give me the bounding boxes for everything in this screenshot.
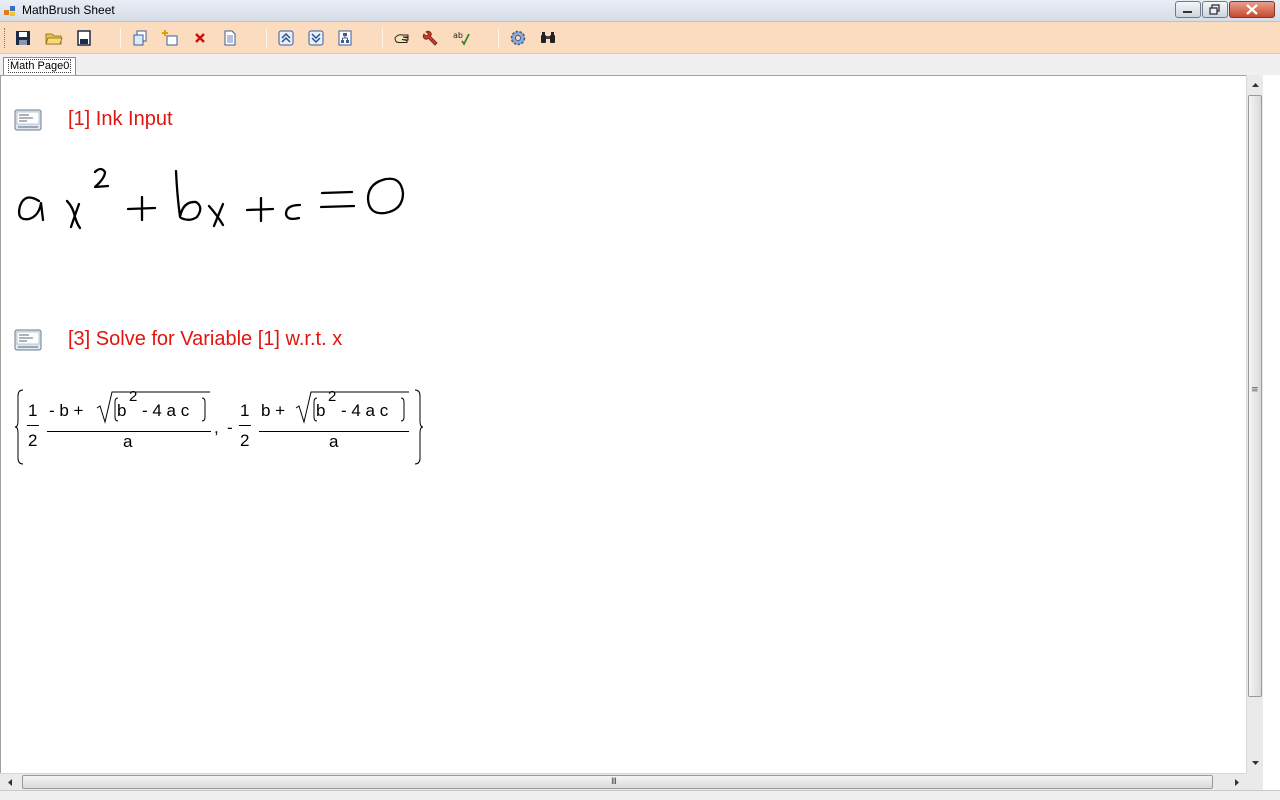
delete-button[interactable] [189,27,211,49]
toolbar-separator [120,28,121,48]
tab-strip: Math Page0 [0,54,1280,76]
ink-x2 [207,202,225,228]
move-up-icon [278,30,294,46]
math-one: 1 [240,401,250,420]
hand-icon [394,34,409,43]
settings-button[interactable] [507,27,529,49]
close-button[interactable] [1229,1,1275,18]
ink-2 [93,167,110,189]
fraction-bar [27,425,39,426]
page-button[interactable] [219,27,241,49]
math-denominator: a [123,432,133,451]
cell-title[interactable]: [3] Solve for Variable [1] w.r.t. x [68,328,342,351]
save-button[interactable] [12,27,34,49]
window-bottom-edge [0,790,1280,800]
save-as-icon [77,30,91,46]
page-icon [224,30,236,46]
math-exponent: 2 [328,388,337,405]
ink-plus1 [126,195,157,222]
close-icon [1246,4,1258,15]
scroll-up-arrow-icon[interactable] [1248,78,1263,93]
move-up-button[interactable] [275,27,297,49]
copy-icon [133,30,147,46]
find-button[interactable] [537,27,559,49]
toolbar-separator [382,28,383,48]
ink-b [174,169,202,221]
wrench-button[interactable] [420,27,442,49]
ink-zero [366,177,405,215]
math-minus: - [227,418,233,437]
hierarchy-icon [338,30,352,46]
svg-text:ab: ab [453,31,463,40]
binoculars-icon [541,32,555,43]
spellcheck-icon: ab [453,31,470,46]
cell-icon[interactable] [14,328,42,352]
window-right-edge [1263,75,1280,800]
insert-icon [162,30,178,46]
ink-input-strokes[interactable] [11,159,421,239]
save-icon [16,31,30,45]
save-as-button[interactable] [73,27,95,49]
horizontal-scroll-thumb[interactable]: III [22,775,1213,789]
math-b: b [117,401,127,420]
ink-x1 [65,199,82,230]
restore-button[interactable] [1202,1,1228,18]
open-folder-icon [45,33,63,45]
app-icon [4,6,15,16]
hand-button[interactable] [391,27,413,49]
math-two: 2 [240,431,250,450]
ink-eq [319,190,356,209]
toolbar: ab [0,22,1280,54]
cell-title[interactable]: [1] Ink Input [68,108,173,131]
left-brace [14,389,24,465]
window-title: MathBrush Sheet [22,3,115,17]
vertical-scroll-thumb[interactable]: ≡ [1248,95,1262,697]
restore-icon [1209,4,1220,15]
solve-result[interactable]: 1 2 - b + b 2 - 4 a c a , - 1 2 b + b 2 … [11,386,431,468]
minimize-icon [1183,11,1192,13]
math-numerator-prefix: b + [261,401,286,420]
insert-button[interactable] [159,27,181,49]
scroll-corner [1246,773,1263,790]
delete-icon [195,33,205,43]
tab-label: Math Page0 [8,59,72,73]
move-down-icon [308,30,324,46]
math-radicand-rest: - 4 a c [142,401,190,420]
math-two: 2 [28,431,38,450]
math-numerator-prefix: - b + [49,401,84,420]
title-bar: MathBrush Sheet [0,0,1280,22]
toolbar-separator [266,28,267,48]
scroll-down-arrow-icon[interactable] [1248,755,1263,770]
move-down-button[interactable] [305,27,327,49]
math-denominator: a [329,432,339,451]
ink-c [284,203,302,221]
right-brace [414,389,424,465]
ink-a [17,196,45,222]
gear-icon [510,30,526,46]
scroll-left-arrow-icon[interactable] [3,775,18,790]
tab-math-page0[interactable]: Math Page0 [3,57,77,76]
ink-plus2 [245,196,275,223]
wrench-icon [422,30,438,46]
toolbar-separator [498,28,499,48]
vertical-scrollbar[interactable]: ≡ [1246,75,1263,773]
open-button[interactable] [43,27,65,49]
scroll-right-arrow-icon[interactable] [1229,775,1244,790]
math-exponent: 2 [129,388,138,405]
math-comma: , [214,418,219,437]
copy-button[interactable] [129,27,151,49]
worksheet-area[interactable]: [1] Ink Input [3] Solve for Variable [1]… [0,75,1246,773]
horizontal-scrollbar[interactable]: III [0,773,1246,790]
hierarchy-button[interactable] [334,27,356,49]
spellcheck-button[interactable]: ab [450,27,472,49]
minimize-button[interactable] [1175,1,1201,18]
math-b: b [316,401,326,420]
cell-icon[interactable] [14,108,42,132]
scroll-grip: ≡ [1251,385,1259,395]
math-one: 1 [28,401,38,420]
toolbar-grip[interactable] [4,28,7,48]
scroll-grip: III [611,777,617,787]
fraction-bar [239,425,251,426]
math-radicand-rest: - 4 a c [341,401,389,420]
